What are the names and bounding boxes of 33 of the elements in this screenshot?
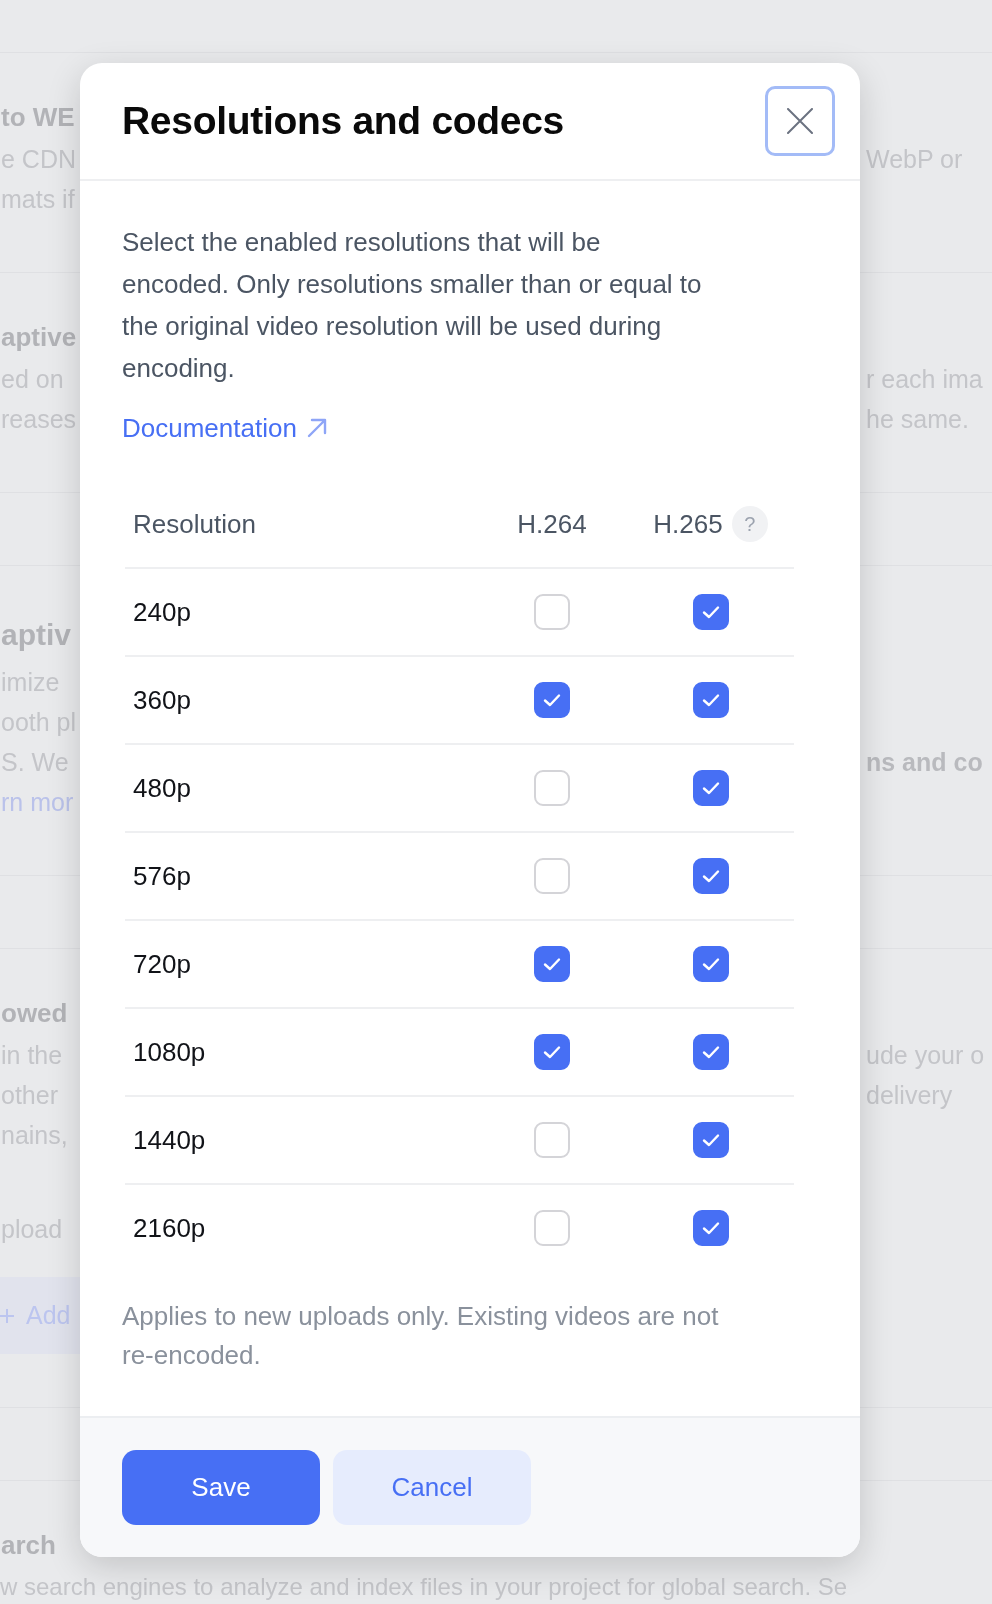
resolution-label: 240p bbox=[132, 596, 192, 628]
checkbox[interactable] bbox=[692, 1210, 729, 1246]
column-header: H.264 bbox=[517, 508, 587, 540]
help-icon[interactable]: ? bbox=[731, 506, 768, 542]
description-text: Select the enabled resolutions that will be encoded. Only resolutions smaller than or equal to the original video resolution will be used during encoding. bbox=[122, 226, 703, 385]
column-header: H.265 bbox=[653, 508, 723, 540]
resolution-label: 480p bbox=[132, 772, 192, 804]
column-header: Resolution bbox=[132, 508, 257, 540]
checkbox[interactable] bbox=[692, 770, 729, 806]
checkbox[interactable] bbox=[692, 682, 729, 718]
resolution-label: 1440p bbox=[132, 1124, 207, 1156]
close-icon bbox=[787, 108, 813, 134]
resolution-label: 720p bbox=[132, 948, 192, 980]
resolution-label: 2160p bbox=[132, 1212, 207, 1244]
checkbox[interactable] bbox=[534, 946, 570, 982]
resolution-label: 360p bbox=[132, 684, 192, 716]
checkbox[interactable] bbox=[692, 946, 729, 982]
save-button[interactable]: Save bbox=[122, 1450, 320, 1525]
checkbox[interactable] bbox=[692, 1034, 729, 1070]
close-button[interactable] bbox=[765, 86, 835, 156]
note-text: Applies to new uploads only. Existing videos are not re-encoded. bbox=[122, 1300, 720, 1372]
checkbox[interactable] bbox=[692, 1122, 729, 1158]
checkbox[interactable] bbox=[692, 858, 729, 894]
dialog-title: Resolutions and codecs bbox=[122, 99, 564, 143]
checkbox[interactable] bbox=[534, 682, 570, 718]
resolution-label: 576p bbox=[132, 860, 192, 892]
plus-icon bbox=[0, 1308, 14, 1323]
documentation-link[interactable]: Documentation bbox=[122, 408, 327, 448]
resolution-label: 1080p bbox=[132, 1036, 207, 1068]
arrow-up-right-icon bbox=[306, 418, 327, 438]
cancel-button[interactable]: Cancel bbox=[333, 1450, 531, 1525]
checkbox[interactable] bbox=[534, 1034, 570, 1070]
checkbox[interactable] bbox=[692, 594, 729, 630]
